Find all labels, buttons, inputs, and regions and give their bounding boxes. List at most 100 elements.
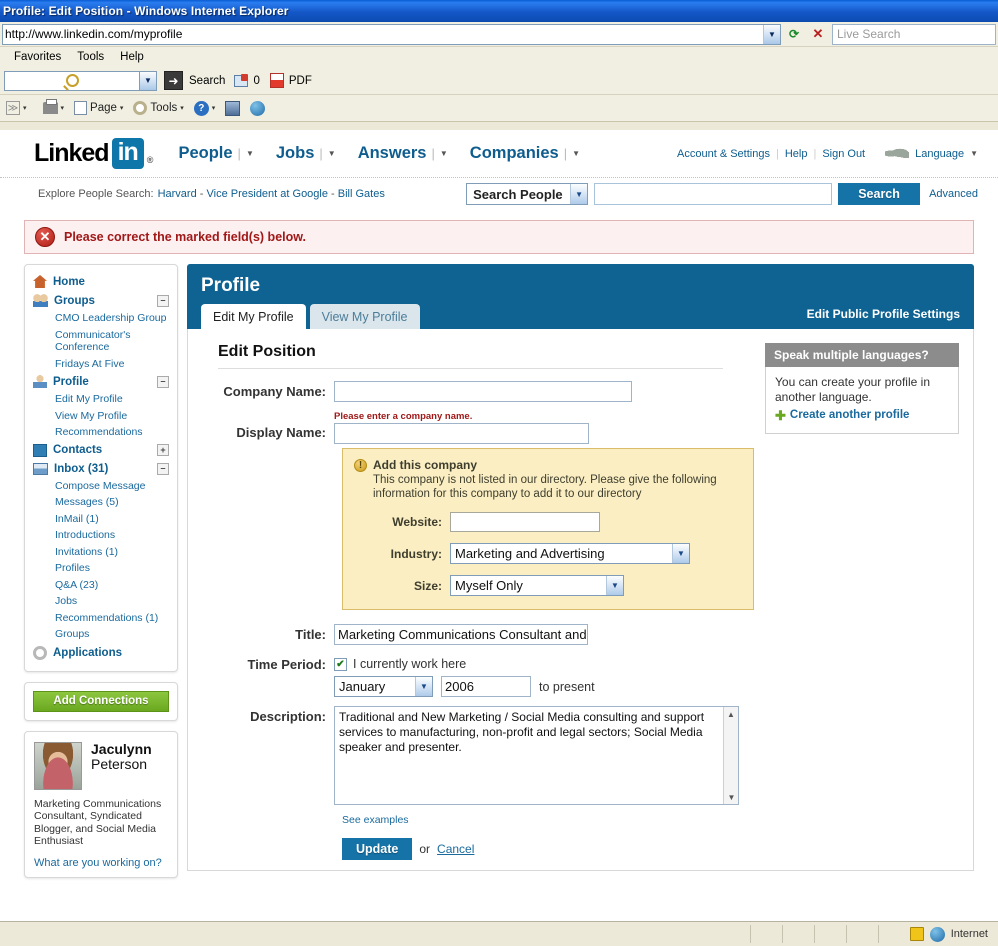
chevron-down-icon[interactable]: ▼ — [572, 149, 580, 158]
main-content: Profile Edit My Profile View My Profile … — [187, 264, 974, 871]
status-prompt-link[interactable]: What are you working on? — [34, 857, 168, 869]
sidebar-subitem-view-my-profile[interactable]: View My Profile — [33, 408, 169, 425]
nav-answers[interactable]: Answers | ▼ — [358, 144, 448, 163]
to-present-label: to present — [539, 679, 595, 694]
chevron-down-icon[interactable]: ▼ — [970, 149, 978, 158]
pdf-label[interactable]: PDF — [289, 75, 312, 87]
search-input[interactable] — [594, 183, 833, 205]
sidebar-subitem-edit-my-profile[interactable]: Edit My Profile — [33, 391, 169, 408]
expand-toggle-contacts[interactable]: + — [157, 444, 169, 456]
start-date-spacer — [204, 676, 334, 679]
scroll-down-icon[interactable]: ▼ — [724, 790, 738, 804]
collapse-toggle-groups[interactable]: – — [157, 294, 169, 307]
language-link[interactable]: Language — [915, 148, 964, 160]
search-button[interactable]: Search — [838, 183, 921, 205]
explore-link-bill-gates[interactable]: Bill Gates — [338, 188, 385, 200]
url-input[interactable]: http://www.linkedin.com/myprofile ▼ — [2, 23, 781, 45]
toolbar-search-input[interactable] — [4, 70, 140, 91]
stop-icon[interactable]: ✕ — [807, 24, 829, 45]
url-dropdown-icon[interactable]: ▼ — [763, 24, 780, 44]
collapse-toggle-inbox[interactable]: – — [157, 462, 169, 475]
sidebar-subitem-fridays-at-five[interactable]: Fridays At Five — [33, 356, 169, 373]
advanced-search-link[interactable]: Advanced — [929, 188, 978, 200]
sidebar-nav-card: Home Groups – CMO Leadership Group Commu… — [24, 264, 178, 672]
rss-button[interactable]: ≫ ▾ — [6, 101, 27, 115]
tab-view-my-profile[interactable]: View My Profile — [309, 304, 420, 329]
sidebar-subitem-profiles[interactable]: Profiles — [33, 560, 169, 577]
scroll-up-icon[interactable]: ▲ — [724, 707, 738, 721]
refresh-icon[interactable]: ⟳ — [783, 24, 805, 45]
create-another-profile-link[interactable]: ✚ Create another profile — [775, 408, 949, 423]
print-button[interactable]: ▾ — [42, 99, 64, 114]
textarea-scrollbar[interactable]: ▲ ▼ — [723, 707, 738, 804]
sidebar-subitem-introductions[interactable]: Introductions — [33, 527, 169, 544]
sidebar-subitem-compose-message[interactable]: Compose Message — [33, 478, 169, 495]
see-examples-link[interactable]: See examples — [342, 814, 957, 826]
messenger-button[interactable] — [250, 100, 266, 116]
sidebar-item-home[interactable]: Home — [33, 272, 169, 291]
cancel-link[interactable]: Cancel — [437, 842, 474, 856]
nav-separator: | — [563, 146, 568, 161]
sign-out-link[interactable]: Sign Out — [822, 148, 865, 160]
sidebar-subitem-inmail[interactable]: InMail (1) — [33, 511, 169, 528]
menu-item-help[interactable]: Help — [112, 51, 152, 63]
nav-jobs-label: Jobs — [275, 144, 315, 162]
research-button[interactable] — [225, 100, 241, 116]
sidebar-item-inbox[interactable]: Inbox (31) – — [33, 460, 169, 478]
update-button[interactable]: Update — [342, 838, 413, 860]
sidebar-subitem-messages[interactable]: Messages (5) — [33, 494, 169, 511]
sidebar-subitem-recommendations-inbox[interactable]: Recommendations (1) — [33, 610, 169, 627]
help-link[interactable]: Help — [785, 148, 808, 160]
sidebar-item-applications[interactable]: Applications — [33, 643, 169, 663]
sidebar-item-label: Home — [53, 275, 85, 288]
sidebar-item-contacts[interactable]: Contacts + — [33, 441, 169, 460]
chevron-down-icon[interactable]: ▼ — [246, 149, 254, 158]
industry-select[interactable]: Marketing and Advertising ▼ — [450, 543, 690, 564]
sidebar-subitem-jobs[interactable]: Jobs — [33, 593, 169, 610]
start-month-select[interactable]: January ▼ — [334, 676, 433, 697]
start-year-input[interactable]: 2006 — [441, 676, 531, 697]
search-scope-select[interactable]: Search People ▼ — [466, 183, 589, 205]
explore-link-vp-google[interactable]: Vice President at Google — [207, 188, 328, 200]
explore-link-harvard[interactable]: Harvard — [158, 188, 197, 200]
avatar[interactable] — [34, 741, 82, 790]
description-textarea[interactable]: Traditional and New Marketing / Social M… — [334, 706, 739, 805]
sidebar-subitem-groups-inbox[interactable]: Groups — [33, 626, 169, 643]
sidebar-subitem-invitations[interactable]: Invitations (1) — [33, 544, 169, 561]
sidebar-subitem-qa[interactable]: Q&A (23) — [33, 577, 169, 594]
mail-icon[interactable] — [234, 73, 249, 87]
size-select[interactable]: Myself Only ▼ — [450, 575, 624, 596]
help-menu-button[interactable]: ? ▾ — [193, 100, 215, 116]
tab-edit-my-profile[interactable]: Edit My Profile — [201, 304, 306, 329]
pdf-icon[interactable] — [269, 73, 284, 88]
sidebar-subitem-recommendations[interactable]: Recommendations — [33, 424, 169, 441]
live-search-input[interactable]: Live Search — [832, 23, 996, 45]
nav-people[interactable]: People | ▼ — [178, 144, 253, 163]
tools-menu-button[interactable]: Tools ▾ — [133, 101, 184, 115]
go-arrow-icon[interactable]: ➜ — [164, 71, 183, 90]
company-name-input[interactable] — [334, 381, 632, 402]
sidebar-subitem-communicators-conference[interactable]: Communicator's Conference — [33, 327, 169, 356]
toolbar-search-label[interactable]: Search — [189, 75, 225, 87]
sidebar-subitem-cmo-leadership-group[interactable]: CMO Leadership Group — [33, 310, 169, 327]
website-input[interactable] — [450, 512, 600, 532]
sidebar-item-groups[interactable]: Groups – — [33, 291, 169, 310]
chevron-down-icon[interactable]: ▼ — [328, 149, 336, 158]
display-name-input[interactable] — [334, 423, 589, 444]
currently-work-here-checkbox[interactable]: ✔ — [334, 657, 347, 671]
linkedin-logo[interactable]: Linked in ® — [34, 138, 153, 169]
title-input[interactable]: Marketing Communications Consultant and … — [334, 624, 588, 645]
toolbar-search-dropdown-icon[interactable]: ▼ — [140, 70, 157, 91]
edit-public-profile-link[interactable]: Edit Public Profile Settings — [807, 307, 960, 321]
account-settings-link[interactable]: Account & Settings — [677, 148, 770, 160]
sidebar-item-profile[interactable]: Profile – — [33, 372, 169, 391]
add-connections-button[interactable]: Add Connections — [33, 690, 169, 712]
menu-item-tools[interactable]: Tools — [69, 51, 112, 63]
page-menu-button[interactable]: Page ▾ — [74, 101, 123, 115]
collapse-toggle-profile[interactable]: – — [157, 375, 169, 388]
menu-item-favorites[interactable]: Favorites — [6, 51, 69, 63]
nav-jobs[interactable]: Jobs | ▼ — [276, 144, 336, 163]
header-account-links: Account & Settings | Help | Sign Out Lan… — [677, 147, 978, 160]
chevron-down-icon[interactable]: ▼ — [440, 149, 448, 158]
nav-companies[interactable]: Companies | ▼ — [470, 144, 580, 163]
